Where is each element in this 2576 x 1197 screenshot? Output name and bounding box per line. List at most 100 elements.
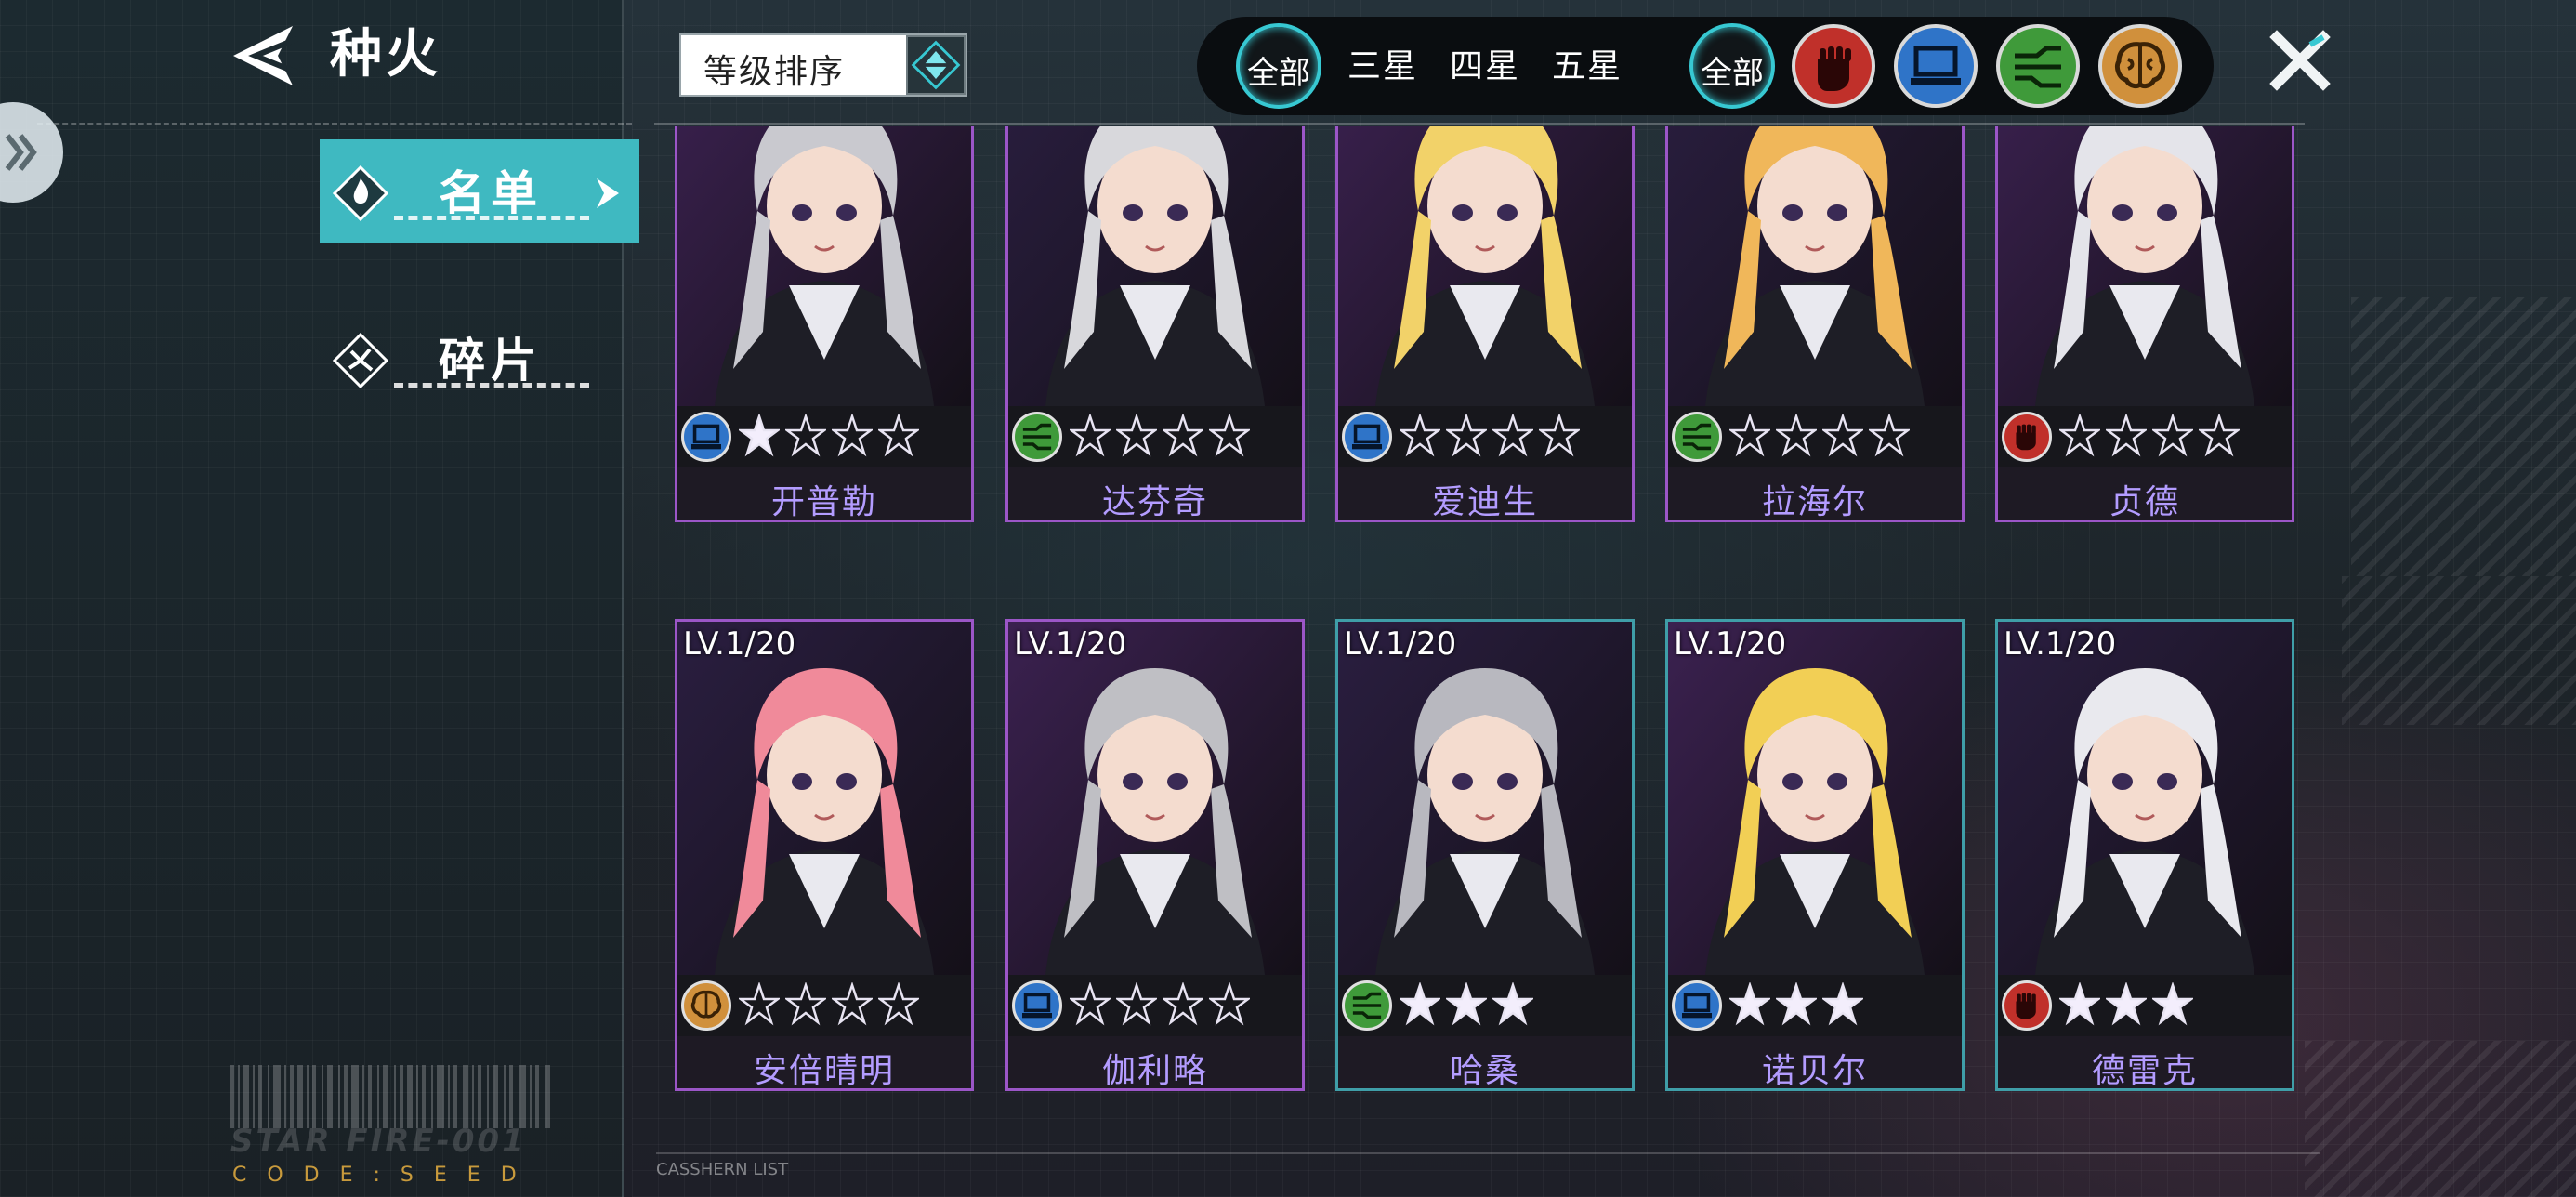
wave-icon (1672, 412, 1722, 462)
star-icon (1728, 981, 1772, 1029)
rarity-stars (737, 981, 921, 1029)
character-portrait (677, 126, 971, 406)
character-level: LV.1/20 (1344, 625, 1457, 663)
rarity-filter-three-star[interactable]: 三星 (1347, 39, 1418, 87)
tab-underline (394, 383, 589, 388)
sort-order-toggle[interactable] (906, 35, 966, 95)
character-card[interactable]: 拉海尔 (1665, 126, 1965, 522)
star-icon (1820, 413, 1865, 460)
character-card[interactable]: LV.1/20 安倍晴明 (675, 619, 974, 1091)
character-name: 哈桑 (1449, 1052, 1520, 1090)
close-button[interactable] (2267, 28, 2333, 93)
star-icon (1537, 413, 1582, 460)
character-level: LV.1/20 (683, 625, 796, 663)
character-portrait (1998, 622, 2292, 975)
rarity-filter-all[interactable]: 全部 (1236, 23, 1321, 109)
star-icon (830, 981, 874, 1029)
character-portrait (677, 622, 971, 975)
computer-icon (1012, 980, 1062, 1031)
rarity-bar (1008, 975, 1302, 1036)
star-icon (1444, 981, 1489, 1029)
name-bar: 德雷克 (1998, 1036, 2292, 1090)
sort-diamond-icon (911, 40, 961, 90)
star-icon (1161, 413, 1205, 460)
star-icon (1161, 981, 1205, 1029)
barcode-decoration (230, 1065, 550, 1128)
fist-icon (2002, 980, 2052, 1031)
star-icon (1398, 413, 1442, 460)
star-icon (1114, 981, 1159, 1029)
character-name: 开普勒 (770, 483, 877, 521)
type-filter-fist[interactable] (1792, 24, 1875, 108)
character-portrait (1338, 126, 1632, 406)
tab-fragments[interactable]: 碎片 (320, 307, 639, 411)
character-portrait (1668, 126, 1962, 406)
computer-icon (1672, 980, 1722, 1031)
type-filter-computer[interactable] (1894, 24, 1978, 108)
rarity-filter-four-star[interactable]: 四星 (1450, 39, 1520, 87)
chevron-right-icon (597, 178, 619, 208)
rarity-stars (1068, 981, 1252, 1029)
code-text: CODE:SEED (232, 1164, 537, 1187)
wave-icon (2015, 46, 2061, 88)
page-title: 种火 (330, 24, 441, 85)
star-icon (2150, 413, 2195, 460)
rarity-stars (1398, 981, 1535, 1029)
name-bar: 贞德 (1998, 467, 2292, 521)
double-chevron-icon (5, 134, 37, 171)
character-card[interactable]: 爱迪生 (1335, 126, 1635, 522)
star-icon (1728, 413, 1772, 460)
left-panel: 种火 名单 碎片 STAR FIRE-001 CODE:SEED (0, 0, 639, 1197)
name-bar: 安倍晴明 (677, 1036, 971, 1088)
character-card[interactable]: LV.1/20 德雷克 (1995, 619, 2294, 1091)
star-icon (737, 981, 782, 1029)
star-icon (1867, 413, 1912, 460)
fist-icon (1818, 46, 1851, 91)
rarity-bar (1008, 406, 1302, 467)
character-name: 伽利略 (1101, 1052, 1208, 1090)
character-card[interactable]: LV.1/20 伽利略 (1005, 619, 1305, 1091)
character-card[interactable]: 开普勒 (675, 126, 974, 522)
character-card[interactable]: LV.1/20 诺贝尔 (1665, 619, 1965, 1091)
character-level: LV.1/20 (1014, 625, 1127, 663)
star-icon (1774, 981, 1819, 1029)
fist-icon (2002, 412, 2052, 462)
character-name: 爱迪生 (1431, 483, 1538, 521)
character-portrait (1008, 126, 1302, 406)
star-icon (1491, 981, 1535, 1029)
character-card[interactable]: 达芬奇 (1005, 126, 1305, 522)
rarity-filter-five-star[interactable]: 五星 (1552, 39, 1623, 87)
background-hatch (2351, 297, 2576, 576)
star-icon (783, 413, 828, 460)
character-name: 德雷克 (2091, 1052, 2198, 1090)
character-name: 贞德 (2109, 483, 2180, 521)
brain-icon (2114, 42, 2166, 89)
type-filter-all-label: 全部 (1701, 55, 1764, 92)
type-filter-all[interactable]: 全部 (1689, 23, 1775, 109)
character-level: LV.1/20 (2004, 625, 2117, 663)
type-filter-wave[interactable] (1996, 24, 2080, 108)
star-icon (1068, 413, 1112, 460)
character-card[interactable]: 贞德 (1995, 126, 2294, 522)
character-portrait (1668, 622, 1962, 975)
wave-icon (1342, 980, 1392, 1031)
star-icon (876, 981, 921, 1029)
computer-icon (1342, 412, 1392, 462)
star-icon (830, 413, 874, 460)
top-divider (654, 123, 2305, 125)
rarity-bar (1338, 975, 1632, 1036)
character-card[interactable]: LV.1/20 哈桑 (1335, 619, 1635, 1091)
star-icon (783, 981, 828, 1029)
back-button[interactable] (228, 20, 302, 91)
footer-divider (656, 1152, 2320, 1154)
rarity-stars (1728, 981, 1865, 1029)
tab-roster[interactable]: 名单 (320, 139, 639, 243)
side-expand-button[interactable] (0, 102, 63, 203)
star-icon (1820, 981, 1865, 1029)
background-hatch (2342, 576, 2576, 725)
name-bar: 哈桑 (1338, 1036, 1632, 1090)
flame-diamond-icon (333, 165, 388, 221)
brain-icon (681, 980, 731, 1031)
star-icon (1207, 981, 1252, 1029)
type-filter-brain[interactable] (2098, 24, 2182, 108)
